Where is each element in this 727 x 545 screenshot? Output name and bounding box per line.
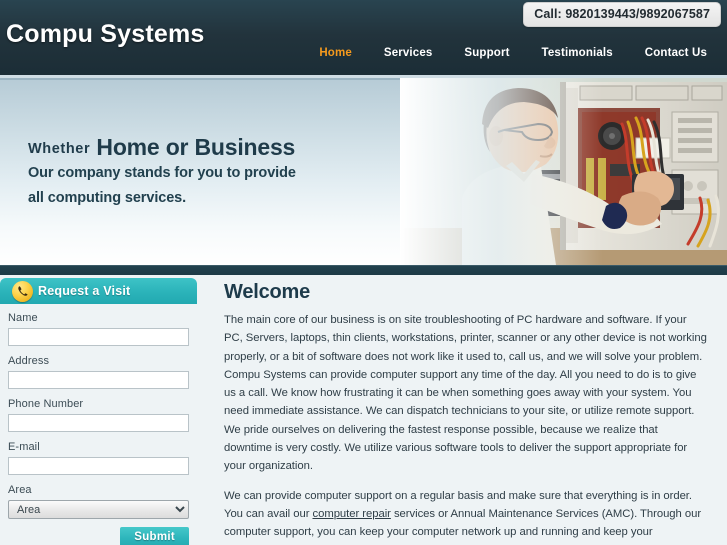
paragraph-1-text: The main core of our business is on site… (224, 314, 707, 473)
banner-subline-1: Our company stands for you to provide (28, 165, 296, 182)
nav-item-home[interactable]: Home (303, 47, 368, 59)
site-logo[interactable]: Compu Systems (6, 20, 205, 49)
banner-headline: Whether Home or Business (28, 135, 296, 159)
request-visit-panel-header: Request a Visit (0, 278, 197, 304)
banner-headline-prefix: Whether (28, 141, 91, 157)
site-header: Call: 9820139443/9892067587 Compu System… (0, 0, 727, 78)
name-input[interactable] (8, 328, 189, 346)
banner-subline-2: all computing services. (28, 189, 187, 206)
content-paragraph-1: The main core of our business is on site… (224, 311, 708, 476)
sidebar-request-visit: Request a Visit Name Address Phone Numbe… (0, 278, 205, 545)
computer-repair-link[interactable]: computer repair (313, 508, 391, 520)
request-visit-form: Name Address Phone Number E-mail Area Ar… (0, 304, 197, 545)
banner-photo-technician (400, 78, 727, 265)
label-phone-number: Phone Number (8, 398, 84, 410)
nav-item-contact-us[interactable]: Contact Us (629, 47, 723, 59)
content-paragraph-2: We can provide computer support on a reg… (224, 487, 708, 545)
label-name: Name (8, 312, 38, 324)
label-email: E-mail (8, 441, 40, 453)
hero-banner: Whether Home or Business Our company sta… (0, 78, 727, 265)
nav-item-testimonials[interactable]: Testimonials (526, 47, 629, 59)
submit-button[interactable]: Submit (120, 527, 189, 545)
label-area: Area (8, 484, 32, 496)
submit-row: Submit (8, 527, 189, 545)
phone-number-input[interactable] (8, 414, 189, 432)
address-input[interactable] (8, 371, 189, 389)
area-select[interactable]: Area (8, 500, 189, 519)
banner-text-block: Whether Home or Business Our company sta… (28, 135, 296, 208)
banner-headline-main: Home or Business (96, 134, 296, 160)
main-navigation: Home Services Support Testimonials Conta… (303, 47, 723, 59)
phone-handset-icon (12, 281, 33, 302)
call-phone-box: Call: 9820139443/9892067587 (523, 2, 721, 27)
request-visit-title: Request a Visit (38, 284, 131, 298)
webpage-root: Call: 9820139443/9892067587 Compu System… (0, 0, 727, 545)
main-area: Request a Visit Name Address Phone Numbe… (0, 275, 727, 545)
nav-item-services[interactable]: Services (368, 47, 449, 59)
content-column: Welcome The main core of our business is… (212, 275, 720, 545)
page-title: Welcome (224, 281, 311, 303)
email-input[interactable] (8, 457, 189, 475)
label-address: Address (8, 355, 50, 367)
nav-item-support[interactable]: Support (448, 47, 525, 59)
section-divider (0, 265, 727, 275)
